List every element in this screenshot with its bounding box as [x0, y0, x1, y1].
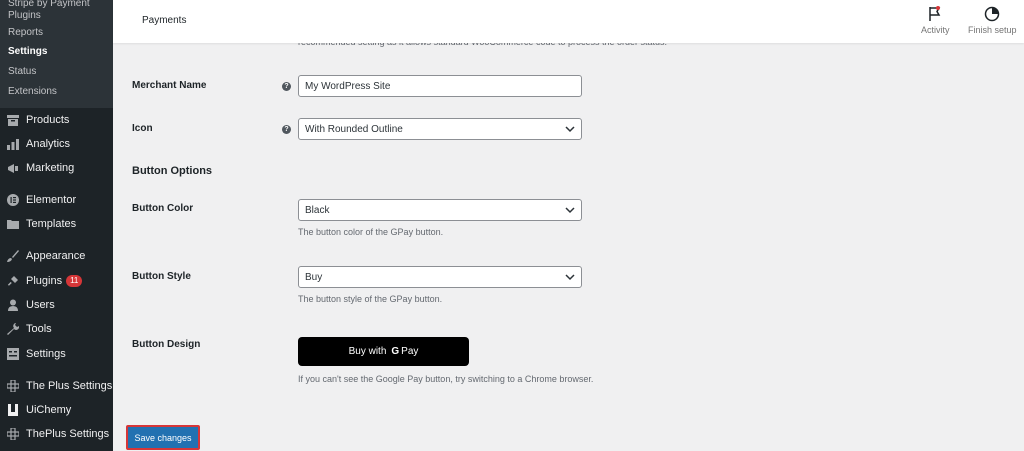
- elementor-icon: [6, 193, 20, 207]
- menu-label: UiChemy: [26, 404, 72, 416]
- menu-label: Templates: [26, 218, 77, 230]
- menu-item-analytics[interactable]: Analytics: [0, 133, 113, 155]
- page-title: Payments: [142, 15, 187, 26]
- help-icon[interactable]: ?: [282, 125, 291, 134]
- menu-item-marketing[interactable]: Marketing: [0, 157, 113, 179]
- button-color-description: The button color of the GPay button.: [298, 227, 444, 237]
- menu-label: Marketing: [26, 162, 75, 174]
- woocommerce-submenu: Stripe by Payment Plugins Reports Settin…: [0, 0, 113, 108]
- icon-label: Icon: [132, 123, 153, 134]
- icon-select-value: With Rounded Outline: [305, 123, 403, 135]
- merchant-name-value: My WordPress Site: [305, 80, 391, 92]
- submenu-item-extensions[interactable]: Extensions: [8, 86, 57, 98]
- save-changes-button[interactable]: Save changes: [126, 425, 200, 450]
- flag-icon: [929, 6, 941, 21]
- menu-item-theplus-settings[interactable]: ThePlus Settings: [0, 423, 113, 445]
- settings-icon: [6, 347, 20, 361]
- button-style-description: The button style of the GPay button.: [298, 294, 443, 304]
- merchant-name-input[interactable]: My WordPress Site: [298, 75, 582, 97]
- menu-item-the-plus-settings[interactable]: The Plus Settings: [0, 375, 113, 397]
- menu-label: Appearance: [26, 250, 86, 262]
- megaphone-icon: [6, 161, 20, 175]
- activity-button[interactable]: Activity: [921, 6, 950, 35]
- icon-select[interactable]: With Rounded Outline: [298, 118, 582, 140]
- submenu-item-status[interactable]: Status: [8, 66, 36, 78]
- button-design-description: If you can't see the Google Pay button, …: [298, 374, 594, 384]
- button-design-label: Button Design: [132, 339, 201, 350]
- menu-item-elementor[interactable]: Elementor: [0, 189, 113, 211]
- menu-label: Users: [26, 299, 55, 311]
- settings-content: recommended setting as it allows standar…: [113, 37, 1024, 451]
- gpay-suffix: Pay: [401, 346, 419, 357]
- menu-item-settings[interactable]: Settings: [0, 343, 113, 365]
- button-style-label: Button Style: [132, 271, 191, 282]
- finish-setup-button[interactable]: Finish setup: [968, 6, 1017, 35]
- menu-item-appearance[interactable]: Appearance: [0, 245, 113, 267]
- button-color-value: Black: [305, 204, 330, 216]
- chevron-down-icon: [565, 126, 575, 133]
- help-icon[interactable]: ?: [282, 82, 291, 91]
- menu-item-products[interactable]: Products: [0, 109, 113, 131]
- archive-icon: [6, 113, 20, 127]
- submenu-item-stripe[interactable]: Stripe by Payment Plugins: [8, 0, 113, 22]
- menu-label: Analytics: [26, 138, 71, 150]
- gpay-button-preview[interactable]: Buy with G Pay: [298, 337, 469, 366]
- submenu-item-settings[interactable]: Settings: [8, 46, 47, 58]
- button-style-value: Buy: [305, 271, 323, 283]
- plus-settings-icon: [6, 427, 20, 441]
- gpay-prefix: Buy with: [348, 346, 387, 357]
- progress-ring-icon: [985, 6, 1000, 22]
- chevron-down-icon: [565, 274, 575, 281]
- submenu-item-reports[interactable]: Reports: [8, 27, 43, 39]
- chevron-down-icon: [565, 207, 575, 214]
- menu-label: Elementor: [26, 194, 77, 206]
- update-count-badge: 11: [66, 275, 83, 287]
- plus-settings-icon: [6, 379, 20, 393]
- admin-sidebar: Stripe by Payment Plugins Reports Settin…: [0, 0, 113, 451]
- menu-label: Tools: [26, 323, 52, 335]
- menu-item-users[interactable]: Users: [0, 294, 113, 316]
- menu-label: Products: [26, 114, 70, 126]
- menu-item-uichemy[interactable]: UiChemy: [0, 399, 113, 421]
- finish-setup-label: Finish setup: [968, 25, 1017, 35]
- menu-label: Plugins: [26, 275, 63, 287]
- uichemy-icon: [6, 403, 20, 417]
- button-style-select[interactable]: Buy: [298, 266, 582, 288]
- plug-icon: [6, 274, 20, 288]
- google-g-icon: G: [391, 346, 400, 357]
- button-color-label: Button Color: [132, 203, 194, 214]
- button-color-select[interactable]: Black: [298, 199, 582, 221]
- button-options-heading: Button Options: [132, 165, 213, 177]
- activity-label: Activity: [921, 25, 950, 35]
- wrench-icon: [6, 322, 20, 336]
- merchant-name-label: Merchant Name: [132, 80, 207, 91]
- paintbrush-icon: [6, 249, 20, 263]
- bar-chart-icon: [6, 137, 20, 151]
- menu-item-plugins[interactable]: Plugins 11: [0, 270, 113, 292]
- top-bar: Payments Activity Finish setup: [113, 0, 1024, 43]
- folder-icon: [6, 217, 20, 231]
- menu-label: ThePlus Settings: [26, 428, 110, 440]
- user-icon: [6, 298, 20, 312]
- menu-label: The Plus Settings: [26, 380, 113, 392]
- menu-label: Settings: [26, 348, 66, 360]
- menu-item-tools[interactable]: Tools: [0, 318, 113, 340]
- menu-item-templates[interactable]: Templates: [0, 213, 113, 235]
